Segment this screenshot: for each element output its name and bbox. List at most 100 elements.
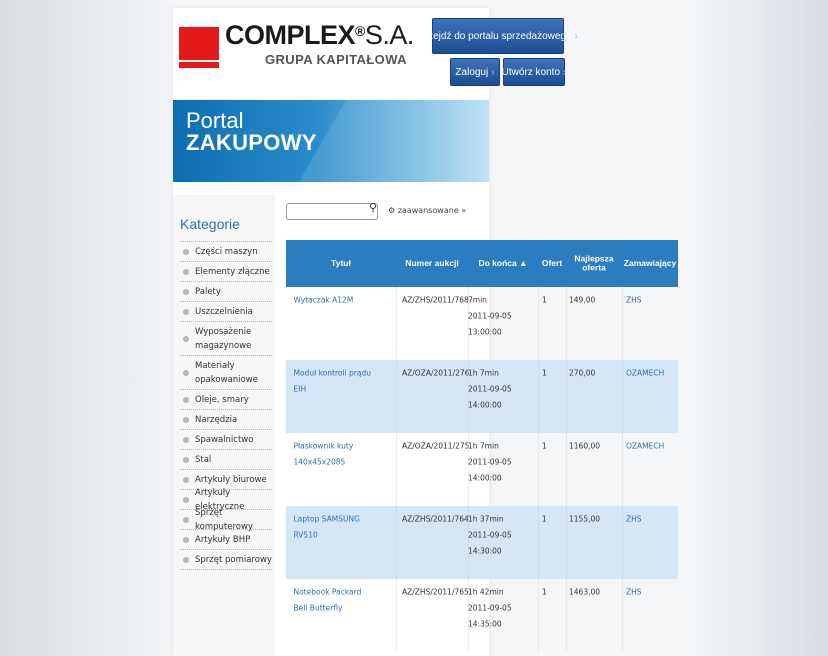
sidebar-category-item[interactable]: Palety	[180, 282, 272, 302]
sidebar-category-item[interactable]: Oleje, smary	[180, 390, 272, 410]
sidebar-category-label: Oleje, smary	[195, 394, 249, 405]
time-left-hour: 14:35:00	[468, 619, 502, 629]
table-row: Laptop SAMSUNG RV510 AZ/ZHS/2011/764 1h 37…	[286, 506, 678, 579]
customer-link[interactable]: ZHS	[626, 292, 642, 308]
column-divider	[566, 433, 567, 506]
time-left-hour: 14:00:00	[468, 400, 502, 410]
page-container: COMPLEX®S.A. GRUPA KAPITAŁOWA Przejdź do…	[173, 8, 678, 656]
auction-title-link[interactable]: Płaskownik kuty 140x45x2085	[294, 438, 372, 470]
category-sidebar: Kategorie Części maszyn Elementy złączne P…	[173, 195, 275, 656]
time-left: 1h 7min 2011-09-05 14:00:00	[468, 365, 512, 413]
sidebar-category-item[interactable]: Uszczelnienia	[180, 302, 272, 322]
gear-icon: ⚙	[388, 206, 396, 215]
best-offer: 270,00	[569, 368, 596, 378]
sidebar-category-label: Materiały opakowaniowe	[195, 360, 258, 385]
sidebar-category-item[interactable]: Elementy złączne	[180, 262, 272, 282]
sidebar-category-label: Artykuły biurowe	[195, 474, 267, 485]
chevron-right-icon: ›	[491, 66, 495, 78]
logo-red-bar	[179, 62, 219, 68]
table-row: Wytaczak A12M AZ/ZHS/2011/768 7min 2011-09-…	[286, 287, 678, 360]
time-left-time-left: 1h 42min	[468, 587, 504, 597]
bullet-icon	[183, 308, 189, 315]
bid-count: 1	[542, 587, 547, 597]
table-row: Płaskownik kuty 140x45x2085 AZ/OZA/2011/2…	[286, 433, 678, 506]
sidebar-category-label: Spawalnictwo	[195, 434, 254, 445]
sidebar-category-label: Artykuły BHP	[195, 534, 251, 545]
column-divider	[396, 579, 397, 652]
column-header-number[interactable]: Numer aukcji	[396, 240, 468, 287]
column-divider	[622, 287, 623, 360]
bullet-icon	[183, 335, 189, 342]
column-header-title[interactable]: Tytuł	[286, 240, 396, 287]
auction-title-link[interactable]: Wytaczak A12M	[294, 292, 372, 308]
sidebar-category-item[interactable]: Materiały opakowaniowe	[180, 356, 272, 390]
time-left: 1h 7min 2011-09-05 14:00:00	[468, 438, 512, 486]
advanced-search-link[interactable]: ⚙ zaawansowane »	[388, 206, 466, 215]
column-divider	[622, 433, 623, 506]
column-header-customer[interactable]: Zamawiający	[622, 240, 678, 287]
column-divider	[468, 287, 469, 360]
time-left-time-left: 1h 7min	[468, 441, 499, 451]
sidebar-category-item[interactable]: Sprzęt pomiarowy	[180, 550, 272, 570]
bullet-icon	[183, 456, 189, 463]
sidebar-category-label: Sprzęt pomiarowy	[195, 554, 272, 565]
time-left-date: 2011-09-05	[468, 530, 512, 540]
advanced-search-label: zaawansowane »	[397, 206, 467, 215]
sidebar-category-label: Narzędzia	[195, 414, 238, 425]
sidebar-category-item[interactable]: Sprzęt komputerowy	[180, 508, 272, 532]
column-divider	[468, 579, 469, 652]
sidebar-category-item[interactable]: Wyposażenie magazynowe	[180, 322, 272, 356]
time-left-hour: 14:30:00	[468, 546, 502, 556]
login-button[interactable]: Zaloguj ›	[450, 58, 500, 86]
bid-count: 1	[542, 514, 547, 524]
column-divider	[538, 360, 539, 433]
table-row: Moduł kontroli prądu EIH AZ/OZA/2011/276 1…	[286, 360, 678, 433]
best-offer: 1463,00	[569, 587, 601, 597]
column-header-time-left[interactable]: Do końca ▲	[468, 240, 538, 287]
search-icon[interactable]: ⚲	[369, 201, 377, 214]
auction-title-link[interactable]: Moduł kontroli prądu EIH	[294, 365, 372, 397]
column-divider	[396, 287, 397, 360]
table-row: Notebook Packard Bell Butterfly AZ/ZHS/20…	[286, 579, 678, 652]
auction-number: AZ/ZHS/2011/764	[402, 514, 469, 524]
customer-link[interactable]: OZAMECH	[626, 365, 664, 381]
bullet-icon	[183, 516, 189, 523]
auction-title-link[interactable]: Notebook Packard Bell Butterfly	[294, 584, 372, 616]
auction-number: AZ/OZA/2011/275	[402, 441, 470, 451]
login-button-label: Zaloguj	[455, 66, 489, 78]
bid-count: 1	[542, 368, 547, 378]
bullet-icon	[183, 268, 189, 275]
best-offer: 149,00	[569, 295, 596, 305]
best-offer: 1160,00	[569, 441, 601, 451]
time-left-time-left: 7min	[468, 295, 487, 305]
auction-title-link[interactable]: Laptop SAMSUNG RV510	[294, 511, 372, 543]
create-account-button[interactable]: Utwórz konto ›	[501, 58, 566, 86]
create-account-button-label: Utwórz konto	[501, 66, 561, 78]
sidebar-category-item[interactable]: Narzędzia	[180, 410, 272, 430]
column-divider	[538, 506, 539, 579]
column-divider	[566, 579, 567, 652]
customer-link[interactable]: ZHS	[626, 511, 642, 527]
logo-subtitle: GRUPA KAPITAŁOWA	[265, 52, 407, 67]
sidebar-category-item[interactable]: Stal	[180, 450, 272, 470]
bid-count: 1	[542, 295, 547, 305]
auction-number: AZ/ZHS/2011/765	[402, 587, 469, 597]
column-divider	[538, 579, 539, 652]
customer-link[interactable]: ZHS	[626, 584, 642, 600]
bullet-icon	[183, 496, 189, 503]
sidebar-category-item[interactable]: Spawalnictwo	[180, 430, 272, 450]
sidebar-category-item[interactable]: Części maszyn	[180, 242, 272, 262]
sidebar-category-label: Elementy złączne	[195, 266, 270, 277]
column-header-bids[interactable]: Ofert	[538, 240, 566, 287]
column-divider	[566, 287, 567, 360]
column-header-best-offer[interactable]: Najlepsza oferta	[566, 240, 622, 287]
column-divider	[622, 579, 623, 652]
time-left-hour: 13:00:00	[468, 327, 502, 337]
column-divider	[566, 360, 567, 433]
bullet-icon	[183, 248, 189, 255]
sidebar-category-label: Stal	[195, 454, 212, 465]
sales-portal-button[interactable]: Przejdź do portalu sprzedażowego ›	[418, 18, 578, 54]
search-input[interactable]	[286, 203, 378, 220]
customer-link[interactable]: OZAMECH	[626, 438, 664, 454]
sales-portal-button-label: Przejdź do portalu sprzedażowego	[418, 30, 572, 42]
